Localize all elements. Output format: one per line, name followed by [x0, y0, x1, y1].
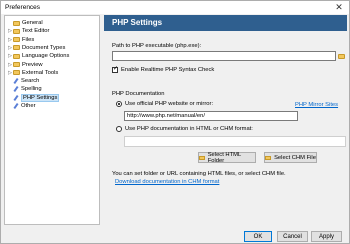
tree-item-label: General: [22, 20, 43, 26]
folder-icon: [13, 37, 20, 43]
pencil-icon: [13, 103, 19, 109]
tree-item-label: Spelling: [21, 86, 42, 93]
realtime-syntax-checkbox[interactable]: ✓: [112, 66, 119, 73]
select-chm-file-button[interactable]: Select CHM File: [264, 152, 317, 163]
official-website-radio[interactable]: [116, 101, 122, 107]
cancel-button[interactable]: Cancel: [277, 231, 308, 242]
tree-item-document-types[interactable]: ▷ Document Types: [7, 44, 65, 52]
official-website-label: Use official PHP website or mirror:: [125, 101, 214, 107]
folder-icon: [13, 20, 20, 26]
close-icon[interactable]: ✕: [332, 2, 346, 13]
tree-item-external-tools[interactable]: ▷ External Tools: [7, 69, 58, 77]
select-chm-file-label: Select CHM File: [274, 154, 316, 161]
realtime-syntax-check[interactable]: ✓ Enable Realtime PHP Syntax Check: [112, 66, 215, 73]
php-path-label: Path to PHP executable (php.exe):: [112, 43, 202, 49]
ok-button[interactable]: OK: [244, 231, 272, 242]
download-chm-link[interactable]: Download documentation in CHM format: [115, 179, 219, 185]
folder-icon: [199, 155, 205, 160]
tree-item-label: Preview: [22, 61, 43, 68]
documentation-note: You can set folder or URL containing HTM…: [112, 171, 286, 177]
tree-item-label: Text Editor: [22, 28, 50, 35]
tree-item-php-settings[interactable]: PHP Settings: [7, 93, 60, 102]
documentation-note-text: You can set folder or URL containing HTM…: [112, 171, 286, 177]
documentation-url-input[interactable]: http://www.php.net/manual/en/: [124, 111, 298, 121]
title-bar: Preferences ✕: [1, 1, 349, 14]
page-title: PHP Settings: [112, 18, 163, 27]
select-html-folder-label: Select HTML Folder: [207, 151, 241, 164]
settings-panel: PHP Settings Path to PHP executable (php…: [104, 15, 347, 225]
tree-item-files[interactable]: ▷ Files: [7, 36, 34, 44]
local-documentation-path-input[interactable]: [124, 136, 346, 147]
realtime-syntax-label: Enable Realtime PHP Syntax Check: [121, 67, 215, 73]
tree-item-label: Other: [21, 103, 36, 109]
tree-item-label: External Tools: [22, 69, 59, 76]
tree-item-other[interactable]: Other: [7, 102, 36, 110]
tree-item-text-editor[interactable]: ▷ Text Editor: [7, 27, 49, 35]
tree-item-general[interactable]: General: [7, 19, 43, 27]
official-website-option[interactable]: Use official PHP website or mirror:: [116, 101, 213, 107]
php-path-input[interactable]: [112, 51, 336, 61]
folder-icon: [265, 155, 272, 160]
php-documentation-group-label: PHP Documentation: [112, 91, 165, 97]
folder-icon: [13, 70, 20, 76]
local-documentation-label: Use PHP documentation in HTML or CHM for…: [125, 126, 253, 132]
preferences-tree[interactable]: General ▷ Text Editor ▷ Files ▷ Document Types…: [4, 15, 100, 225]
folder-icon: [13, 53, 20, 59]
browse-php-button[interactable]: [337, 51, 346, 61]
tree-item-label: Files: [22, 36, 35, 43]
tree-item-spelling[interactable]: Spelling: [7, 85, 42, 93]
local-documentation-option[interactable]: Use PHP documentation in HTML or CHM for…: [116, 126, 253, 132]
folder-icon: [13, 45, 20, 51]
folder-icon: [13, 28, 20, 34]
folder-icon: [13, 62, 20, 67]
select-html-folder-button[interactable]: Select HTML Folder: [198, 151, 256, 164]
pencil-icon: [13, 78, 19, 84]
php-mirror-sites-link[interactable]: PHP Mirror Sites: [295, 102, 338, 108]
preferences-window: Preferences ✕ General ▷ Text Editor ▷ Files ▷…: [0, 0, 350, 244]
tree-item-label: Language Options: [22, 53, 70, 60]
tree-item-language-options[interactable]: ▷ Language Options: [7, 52, 69, 60]
apply-button[interactable]: Apply: [311, 231, 342, 242]
folder-icon: [338, 53, 345, 59]
tree-item-label: PHP Settings: [21, 93, 60, 102]
local-documentation-radio[interactable]: [116, 126, 122, 132]
pencil-icon: [13, 95, 19, 101]
tree-item-label: Search: [21, 78, 40, 85]
window-title: Preferences: [5, 4, 41, 11]
pencil-icon: [13, 86, 19, 92]
tree-item-search[interactable]: Search: [7, 77, 39, 85]
tree-item-label: Document Types: [22, 44, 66, 51]
tree-item-preview[interactable]: ▷ Preview: [7, 61, 43, 69]
checkmark-icon: ✓: [113, 66, 119, 72]
panel-header: PHP Settings: [104, 15, 347, 31]
